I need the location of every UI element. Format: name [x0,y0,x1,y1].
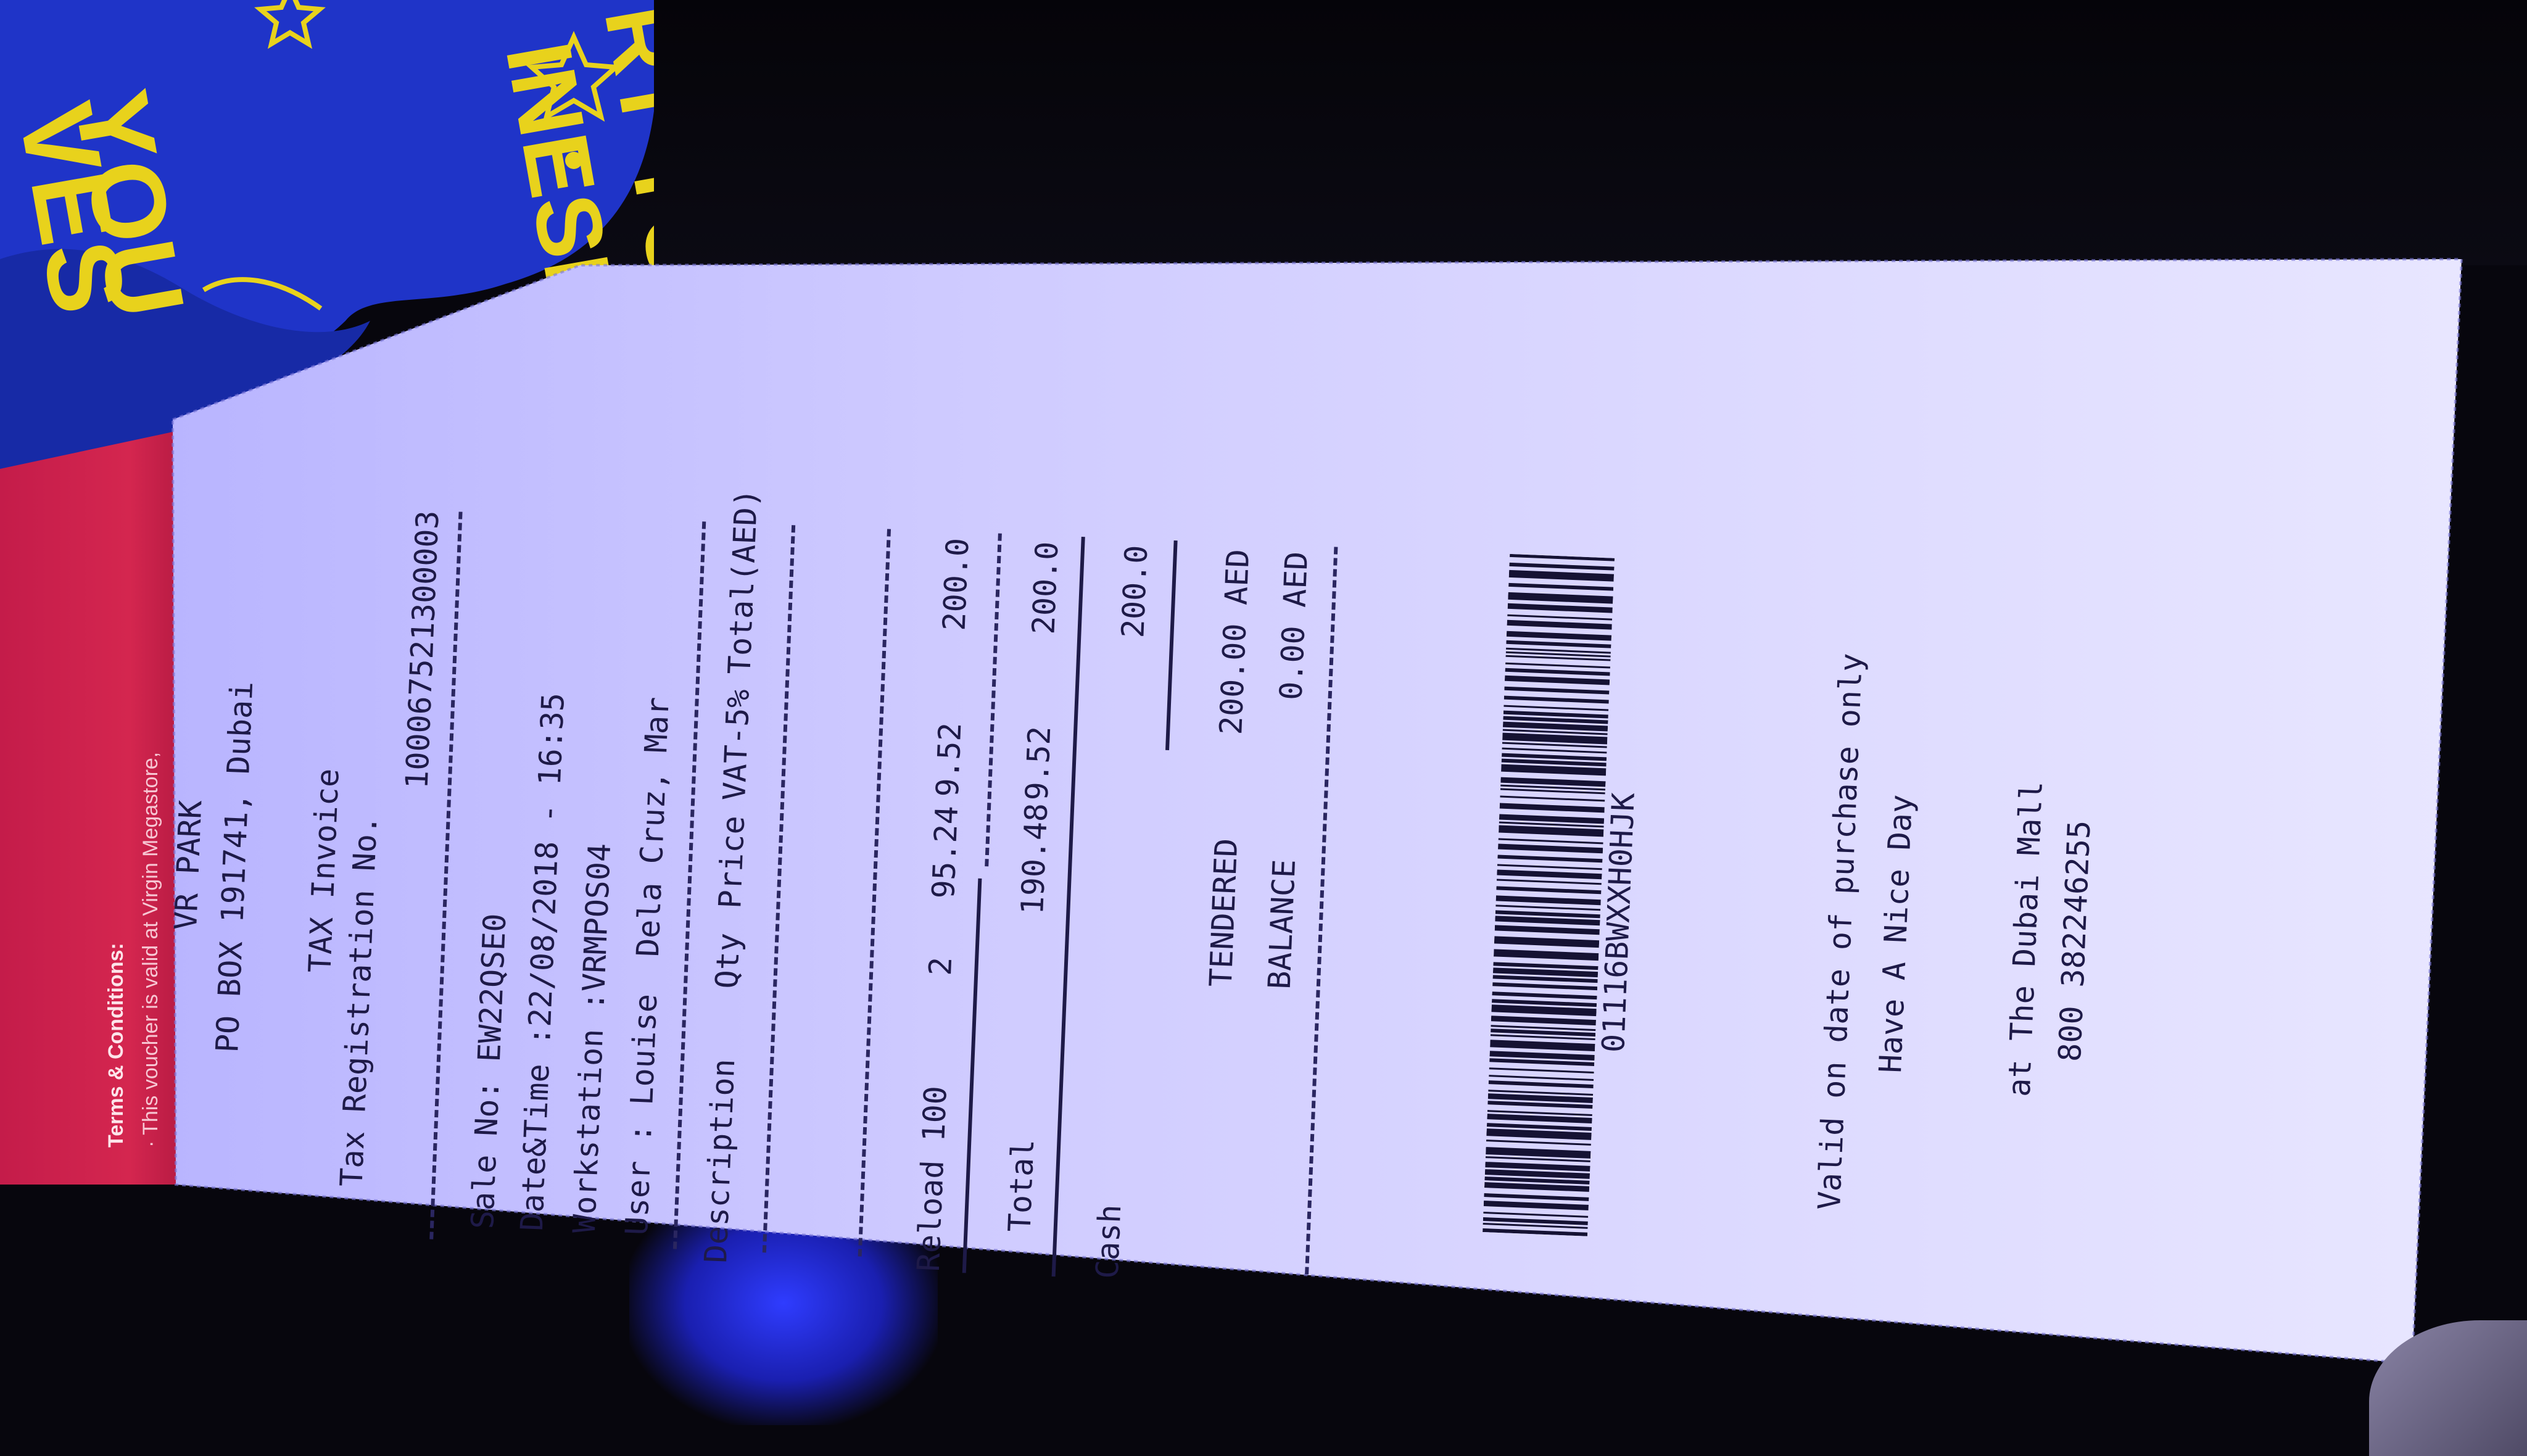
balance-value: 0.00 AED [1273,550,1315,701]
barcode-bar [1507,619,1612,630]
barcode-bar [1497,869,1602,880]
divider [672,521,706,1249]
barcode-bar [1506,631,1612,641]
barcode-bar [1496,879,1602,885]
barcode-bar [1500,795,1605,802]
barcode-bar [1494,925,1600,935]
divider [762,525,796,1253]
barcode-bar [1503,705,1609,711]
barcode-bar [1496,886,1602,895]
divider [858,529,891,1257]
item-description: Reload 100 [910,1085,954,1273]
column-header-qty: Qty [708,932,747,990]
barcode-bar [1483,1228,1588,1236]
barcode-bar [1486,1128,1592,1140]
barcode-bar [1503,695,1609,704]
footer-greeting: Have A Nice Day [1872,793,1920,1074]
barcode-bar [1489,1075,1594,1082]
footer-validity: Valid on date of purchase only [1811,652,1870,1211]
barcode-bar [1483,1201,1589,1210]
item-vat: 9.52 [929,722,969,798]
barcode-bar [1510,553,1615,561]
barcode-bar [1507,614,1613,621]
barcode-bar [1499,803,1605,813]
barcode-bar [1507,603,1613,613]
barcode-bar [1502,747,1607,754]
workstation: Workstation :VRMPOS04 [566,842,618,1234]
barcode-bar [1490,1040,1595,1052]
column-header-vat: VAT-5% [716,689,757,801]
total-amount: 200.0 [1025,540,1065,635]
tax-registration-number: 100067521300003 [399,510,446,790]
barcode-bar [1509,562,1615,571]
barcode-bar [1486,1147,1591,1159]
payment-method: Cash [1089,1204,1128,1280]
payment-amount: 200.0 [1115,544,1155,639]
column-header-price: Price [712,815,752,909]
rule [962,878,982,1273]
barcode-bar [1484,1193,1589,1201]
barcode-bar [1491,1004,1597,1017]
barcode-bar [1505,668,1610,676]
barcode-bar [1504,686,1610,695]
column-header-total: Total(AED) [721,487,765,676]
barcode-bar [1508,569,1615,582]
barcode-bar [1491,1015,1597,1026]
barcode-bar [1504,675,1610,685]
item-qty: 2 [922,956,959,977]
tendered-label: TENDERED [1202,837,1245,988]
barcode-bar [1497,843,1603,854]
total-vat: 9.52 [1019,725,1058,801]
item-total: 200.0 [936,537,976,632]
barcode-bar [1494,949,1599,961]
item-price: 95.24 [925,805,966,900]
column-header-description: Description [698,1058,742,1264]
date-time: Date&Time :22/08/2018 - 16:35 [513,692,571,1232]
barcode-bar [1505,662,1611,669]
total-price: 190.48 [1014,802,1055,916]
rule [1165,540,1178,750]
barcode-bar [1486,1140,1591,1146]
barcode-bar [1501,764,1607,776]
receipt: VR PARK PO BOX 191741, Dubai TAX Invoice… [145,476,2371,1341]
divider [985,533,1002,867]
tendered-value: 200.00 AED [1213,548,1257,736]
footer-location: at The Dubai Mall [2001,780,2050,1098]
barcode-bar [1488,1080,1594,1088]
barcode-bar [1508,582,1614,591]
barcode-bar [1506,640,1611,648]
barcode-bar [1497,854,1603,863]
barcode-bar [1494,936,1600,948]
barcode-bar [1502,732,1608,745]
sale-number: Sale No: EW22QSE0 [464,912,513,1230]
barcode-bar [1495,895,1601,906]
footer-phone: 800 382246255 [2051,819,2098,1062]
barcode-bar [1489,1067,1594,1074]
barcode-bar [1498,838,1603,845]
barcode-bar [1495,904,1601,911]
barcode-bar [1508,592,1613,604]
barcode-bar [1492,982,1598,991]
barcode-bar [1492,991,1597,1000]
tax-registration-label: Tax Registration No. [333,814,384,1188]
total-label: Total [1001,1138,1041,1233]
cashier-user: User : Louise Dela Cruz, Mar [618,696,676,1236]
balance-label: BALANCE [1261,858,1303,990]
barcode-bar [1499,825,1604,837]
barcode-bar [1497,864,1602,871]
barcode-bar [1483,1212,1589,1218]
